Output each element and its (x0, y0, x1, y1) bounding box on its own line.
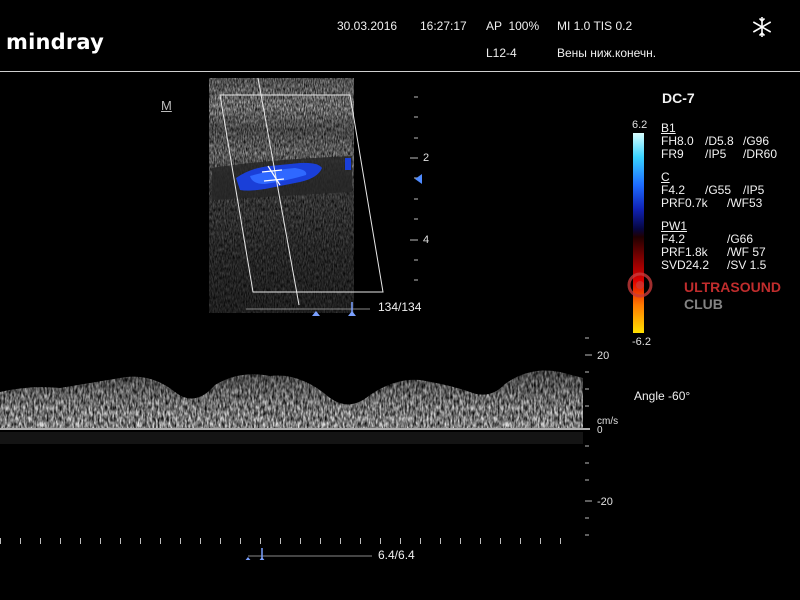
watermark-line-1: ULTRASOUND (684, 279, 781, 295)
sweep-pointer-icon (245, 557, 251, 560)
color-velocity-bar (633, 133, 644, 333)
bmode-color-image[interactable] (0, 72, 450, 322)
colorbar-bottom-label: -6.2 (632, 336, 651, 348)
mi-tis-readout: MI 1.0 TIS 0.2 (557, 19, 633, 33)
depth-label-4: 4 (423, 234, 430, 246)
reverse-flow-echoes (0, 432, 583, 444)
exam-time: 16:27:17 (420, 19, 467, 33)
colorbar-top-label: 6.2 (632, 119, 648, 131)
brand-logo: mindray (6, 30, 105, 54)
c-wf: /WF53 (727, 196, 763, 210)
snowflake-icon (750, 15, 774, 39)
exam-preset: Вены ниж.конечн. (557, 46, 657, 60)
parameter-panel: B1 FH8.0/D5.8/G96 FR9/IP5/DR60 C F4.2/G5… (661, 118, 797, 272)
sweep-counter: 6.4/6.4 (378, 548, 415, 562)
watermark-logo-icon (627, 272, 653, 298)
pw-sv: /SV 1.5 (727, 258, 767, 272)
spectral-doppler-trace[interactable] (0, 330, 600, 560)
exam-date: 30.03.2016 (337, 19, 398, 33)
b1-ip: /IP5 (705, 147, 727, 161)
probe-name: L12-4 (486, 46, 517, 60)
velocity-label-20: 20 (597, 350, 610, 362)
focus-marker-icon (415, 174, 422, 184)
c-prf: PRF0.7k (661, 196, 708, 210)
pw-svd: SVD24.2 (661, 258, 710, 272)
b1-row-2: FR9/IP5/DR60 (661, 148, 797, 161)
depth-scale (410, 96, 418, 281)
b1-dr: /DR60 (743, 147, 778, 161)
c-row-2: PRF0.7k/WF53 (661, 197, 797, 210)
acoustic-power: AP 100% (486, 19, 540, 33)
velocity-scale (585, 337, 592, 536)
doppler-angle: Angle -60° (634, 389, 691, 403)
mode-title: DC-7 (662, 90, 695, 106)
pw1-row-3: SVD24.2/SV 1.5 (661, 259, 797, 272)
frame-counter: 134/134 (378, 300, 422, 314)
watermark-line-2: CLUB (684, 296, 723, 312)
depth-label-2: 2 (423, 152, 430, 164)
velocity-label-0: 0 (597, 425, 603, 436)
b1-fr: FR9 (661, 147, 684, 161)
velocity-label-neg20: -20 (597, 496, 613, 508)
